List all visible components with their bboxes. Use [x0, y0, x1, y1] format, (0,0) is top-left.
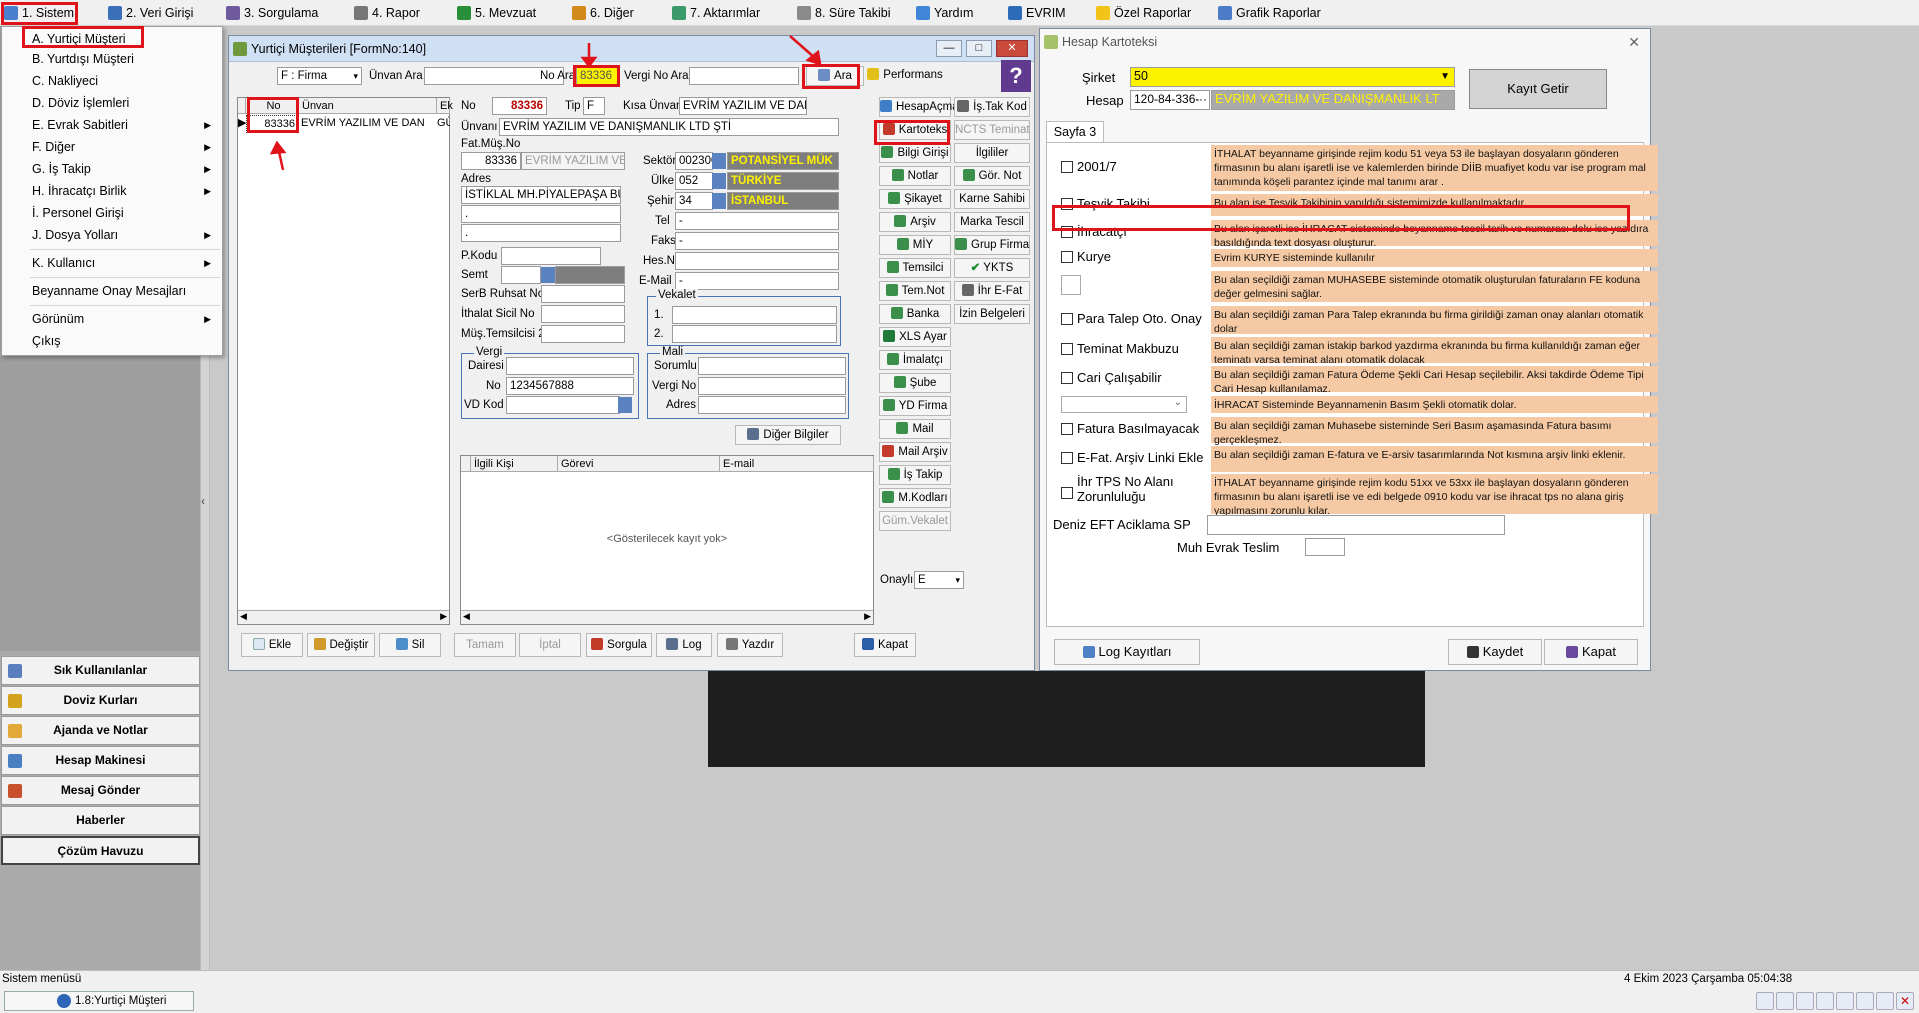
annotation-arrows	[269, 35, 822, 171]
